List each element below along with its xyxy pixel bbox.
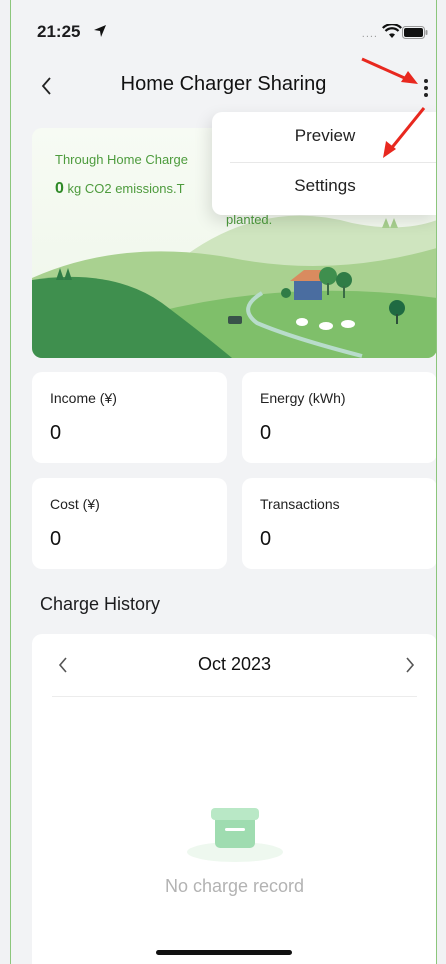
stat-value: 0 [260,422,272,444]
current-month: Oct 2023 [197,654,272,674]
hero-text-line2: 0 kg CO2 emissions.T [55,180,185,198]
status-bar: 21:25 .... [11,22,436,46]
more-vertical-icon[interactable] [418,72,434,102]
location-arrow-icon [93,24,107,43]
stat-card-income: Income (¥) 0 [32,372,227,463]
page-title: Home Charger Sharing [120,73,327,95]
stat-card-energy: Energy (kWh) 0 [242,372,436,463]
menu-item-preview[interactable]: Preview [212,126,436,176]
charge-history-heading: Charge History [40,594,161,614]
stat-value: 0 [50,422,62,444]
menu-item-settings[interactable]: Settings [212,176,436,226]
next-month-chevron-icon[interactable] [399,652,421,678]
wifi-icon [382,23,402,44]
stat-card-transactions: Transactions 0 [242,478,436,569]
stat-value: 0 [50,528,62,550]
phone-screen: 21:25 .... Home Charger Sharing Through … [10,0,437,964]
signal-indicator: .... [361,28,378,40]
co2-value: 0 [55,180,64,197]
nav-bar: Home Charger Sharing [11,66,436,106]
home-indicator[interactable] [156,950,292,955]
stat-label: Cost (¥) [50,496,100,512]
stat-label: Transactions [260,496,340,512]
overflow-menu: Preview Settings [212,112,436,215]
empty-box-icon [185,802,285,867]
divider [52,696,417,697]
stat-label: Income (¥) [50,390,117,406]
stat-label: Energy (kWh) [260,390,346,406]
stat-card-cost: Cost (¥) 0 [32,478,227,569]
menu-divider [230,162,436,163]
co2-text: kg CO2 emissions.T [63,181,185,196]
status-time: 21:25 [37,22,81,41]
charge-history-panel: Oct 2023 No charge record [32,634,436,964]
empty-state-text: No charge record [164,876,305,896]
hero-text-line1: Through Home Charge [55,152,188,167]
stat-value: 0 [260,528,272,550]
battery-icon [402,26,428,44]
